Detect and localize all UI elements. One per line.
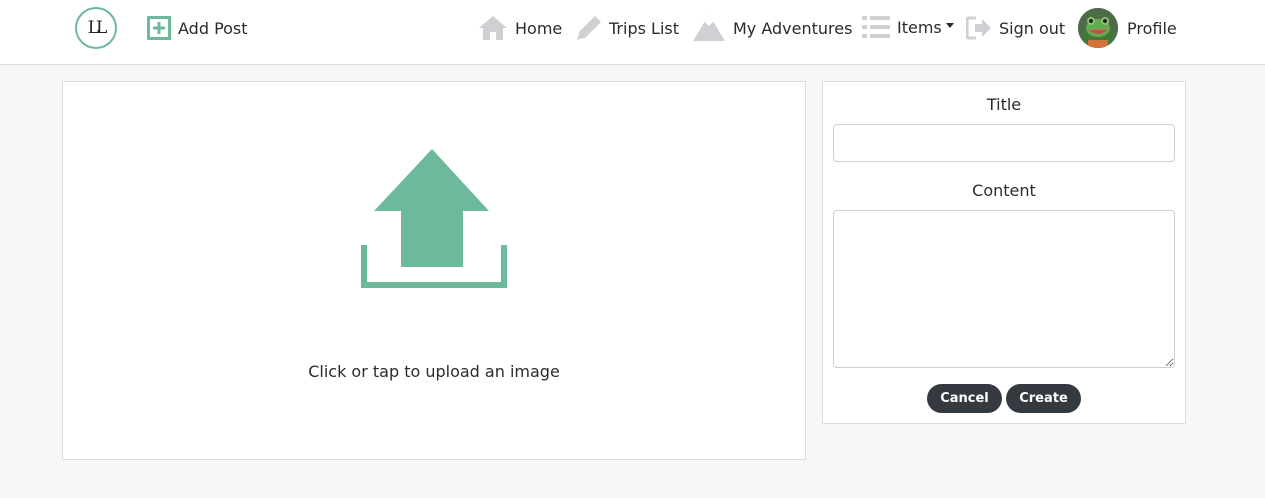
nav-items-label: Items [897, 17, 942, 37]
nav-sign-out-label: Sign out [999, 18, 1066, 38]
cancel-button[interactable]: Cancel [927, 384, 1002, 413]
post-form: Title Content Cancel Create [822, 81, 1186, 424]
nav-items-dropdown[interactable]: Items [862, 0, 954, 55]
chevron-down-icon [945, 22, 954, 28]
nav-add-post[interactable]: Add Post [147, 0, 248, 56]
home-icon [478, 15, 508, 41]
nav-trips-list[interactable]: Trips List [576, 0, 679, 56]
content-textarea[interactable] [833, 210, 1175, 368]
pencil-icon [576, 15, 602, 41]
upload-prompt: Click or tap to upload an image [308, 362, 560, 381]
nav-my-adventures[interactable]: My Adventures [692, 0, 852, 56]
nav-home[interactable]: Home [478, 0, 562, 56]
nav-profile[interactable]: Profile [1078, 0, 1177, 56]
nav-my-adventures-label: My Adventures [733, 18, 853, 38]
brand-logo[interactable]: LL [75, 7, 117, 49]
mountain-icon [692, 14, 726, 42]
sign-out-icon [966, 16, 992, 40]
content-label: Content [972, 181, 1036, 200]
nav-profile-label: Profile [1127, 18, 1177, 38]
upload-icon [361, 148, 507, 292]
create-button[interactable]: Create [1006, 384, 1081, 413]
image-upload-dropzone[interactable]: Click or tap to upload an image [62, 81, 806, 460]
brand-logo-text: LL [87, 18, 108, 38]
nav-trips-list-label: Trips List [609, 18, 679, 38]
nav-sign-out[interactable]: Sign out [966, 0, 1065, 56]
plus-square-icon [147, 16, 171, 40]
list-icon [862, 15, 890, 39]
title-input[interactable] [833, 124, 1175, 162]
navbar: LL Add Post Home Trips List My Adventure… [0, 0, 1265, 65]
nav-home-label: Home [515, 18, 563, 38]
nav-add-post-label: Add Post [178, 18, 248, 38]
avatar [1078, 8, 1118, 48]
title-label: Title [986, 95, 1022, 114]
